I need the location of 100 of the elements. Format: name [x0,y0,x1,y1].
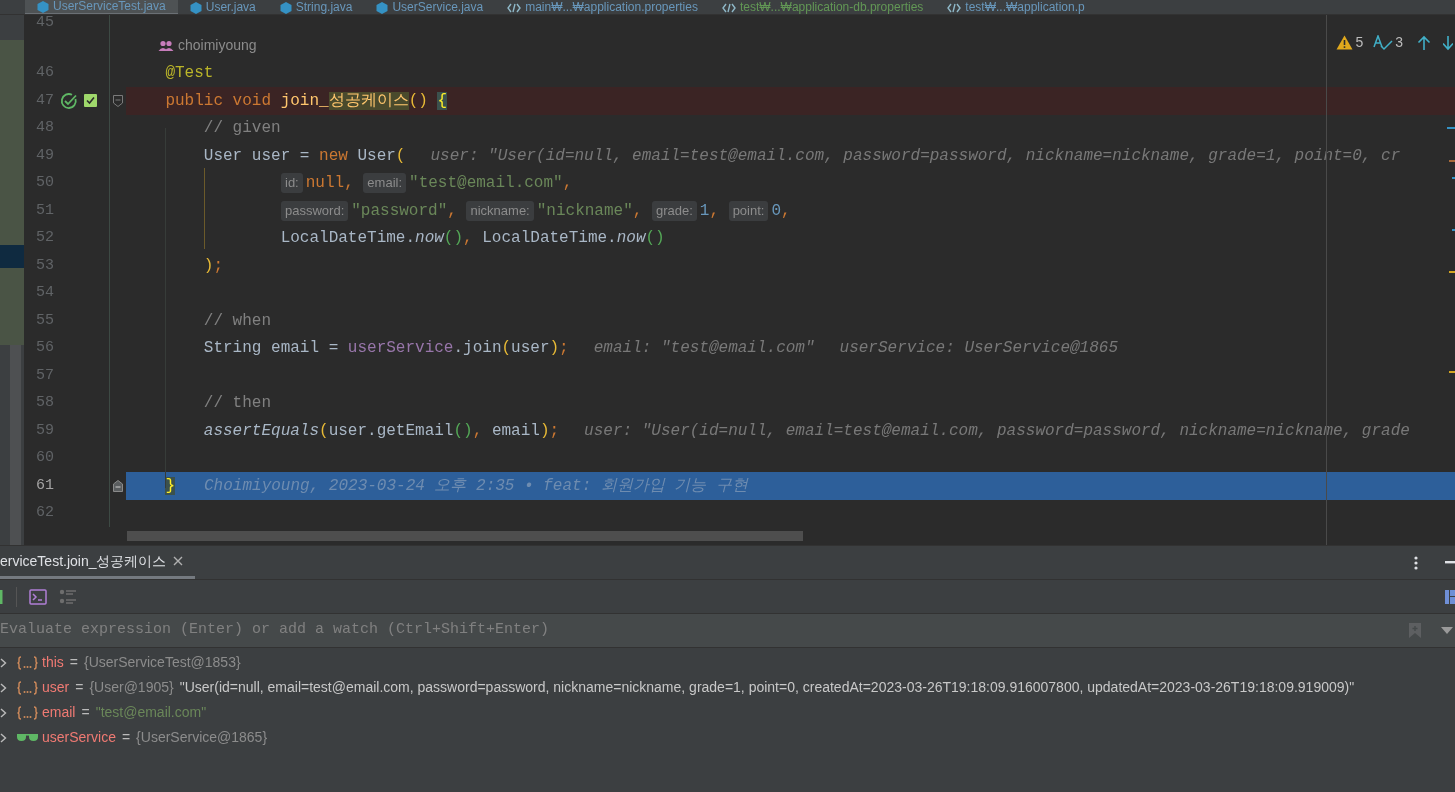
equals-sign: = [69,653,78,672]
arrow-down-icon[interactable] [1443,34,1453,51]
line-number: 51 [35,200,54,221]
parameter-hint: password: [281,200,349,221]
session-tab[interactable]: erviceTest.join_성공케이스 [0,546,195,579]
code-file-icon [947,2,962,13]
warning-count: 5 [1355,33,1364,52]
equals-sign: = [75,678,84,697]
code-text: "nickname", [536,200,644,222]
code-text: assertEquals(user.getEmail(), email); [203,420,560,442]
variable-reference: {User@1905} [89,678,174,697]
chevron-right-icon[interactable] [0,682,7,693]
equals-sign: = [121,728,131,747]
glasses-icon [17,733,38,742]
braces-icon [17,680,38,695]
parameter-hint: id: [281,173,303,194]
line-number: 54 [35,283,54,303]
layout-icon[interactable] [1445,589,1455,604]
code-text: String email = userService.join(user); [203,338,569,360]
people-icon [158,39,174,52]
fold-marker-icon[interactable] [113,479,123,492]
line-number: 46 [35,63,54,83]
typo-count: 3 [1395,33,1403,52]
braces-icon [17,705,38,720]
variable-name: this [42,653,64,672]
check-circle-icon[interactable] [60,91,78,110]
line-number: 57 [35,365,54,386]
code-text: 1, [699,200,721,222]
arrow-up-icon[interactable] [1417,34,1431,51]
dropdown-caret-icon[interactable] [1441,627,1453,634]
spellcheck-icon[interactable] [1373,34,1394,51]
stripe-mark [1449,160,1455,162]
code-file-icon [507,2,522,13]
inline-hint: user: "User(id=null, email=test@email.com, password=password, nickname=nickname, grade=1, point=0, cr [430,145,1401,167]
inline-hint: user: "User(id=null, email=test@email.com, password=password, nickname=nickname, grade [584,420,1410,442]
line-number: 60 [35,448,54,468]
variable-name: email [42,703,76,722]
code-text: LocalDateTime.now(), LocalDateTime.now() [280,228,665,250]
author-label: choimiyoung [178,36,257,56]
line-number: 55 [35,310,54,331]
line-number: 47 [35,90,54,111]
line-number: 59 [35,420,54,441]
more-icon[interactable] [1414,555,1418,570]
line-number: 50 [35,173,54,193]
line-number: 49 [35,145,54,166]
inline-hint: userService: UserService@1865 [839,338,1118,360]
variable-reference: {UserServiceTest@1853} [84,653,241,672]
variable-value: "User(id=null, email=test@email.com, password=password, nickname=nickname, grade=1, point=0, createdAt=2023-03-26T19:18:09.916007800, updatedAt=2023-03-26T19:18:09.919009)" [179,678,1355,697]
variable-row[interactable]: user = {User@1905} "User(id=null, email=test@email.com, password=password, nickname=nickname, grade=1, point=0, createdAt=2023-03-26T19:18:09.916007800, updatedAt=2023-03-26T19:18:09.919009)" [0,675,1455,700]
stripe-mark [1449,371,1455,373]
code-text: // then [203,393,272,415]
blame-annotation: Choimiyoung, 2023-03-24 오후 2:35 • feat: 회원가입 기능 구현 [204,475,749,497]
code-text: null, [305,173,355,195]
equals-sign: = [81,703,90,722]
stripe-mark [1449,271,1455,273]
code-text: "test@email.com", [409,173,573,195]
code-text: 0, [771,200,791,222]
chevron-right-icon[interactable] [0,732,7,743]
minimize-icon[interactable] [1445,561,1455,564]
variable-name: userService [42,728,116,747]
code-text: public void join_성공케이스() { [165,90,448,112]
stripe-mark [1452,229,1455,231]
code-text: } [165,475,175,497]
line-number: 48 [35,118,54,138]
variable-row[interactable]: email = "test@email.com" [0,700,1455,725]
code-text: "password", [351,200,458,222]
line-number: 62 [35,503,54,523]
variable-row[interactable]: this = {UserServiceTest@1853} [0,650,1455,675]
variable-name: user [42,678,70,697]
chevron-right-icon[interactable] [0,657,7,668]
chevron-right-icon[interactable] [0,707,7,718]
inline-hint: email: "test@email.com" [593,338,815,360]
line-number: 52 [35,228,54,248]
line-number: 45 [35,15,54,34]
parameter-hint: point: [728,200,769,221]
stripe-mark [1447,127,1455,129]
close-icon[interactable] [172,556,183,566]
code-file-icon [721,2,736,13]
console-icon[interactable] [29,588,47,605]
stripe-mark [1452,177,1455,179]
variable-value: "test@email.com" [95,703,207,722]
fold-marker-icon[interactable] [113,94,123,107]
code-text: @Test [165,63,214,85]
line-number: 58 [35,393,54,413]
line-number: 61 [35,475,54,496]
parameter-hint: nickname: [466,200,534,221]
line-number: 56 [35,338,54,358]
editor-tab[interactable]: UserServiceTest.java [25,0,178,14]
code-text: ); [203,255,224,277]
class-icon [37,0,49,13]
parameter-hint: email: [363,173,407,194]
code-text: // when [203,310,272,332]
variable-reference: {UserService@1865} [136,728,268,747]
variable-row[interactable]: userService = {UserService@1865} [0,725,1455,750]
parameter-hint: grade: [651,200,697,221]
checkbox-icon[interactable] [84,94,97,108]
warning-icon[interactable] [1336,35,1354,50]
braces-icon [17,655,38,670]
code-text: // given [203,118,281,140]
line-number: 53 [35,255,54,276]
